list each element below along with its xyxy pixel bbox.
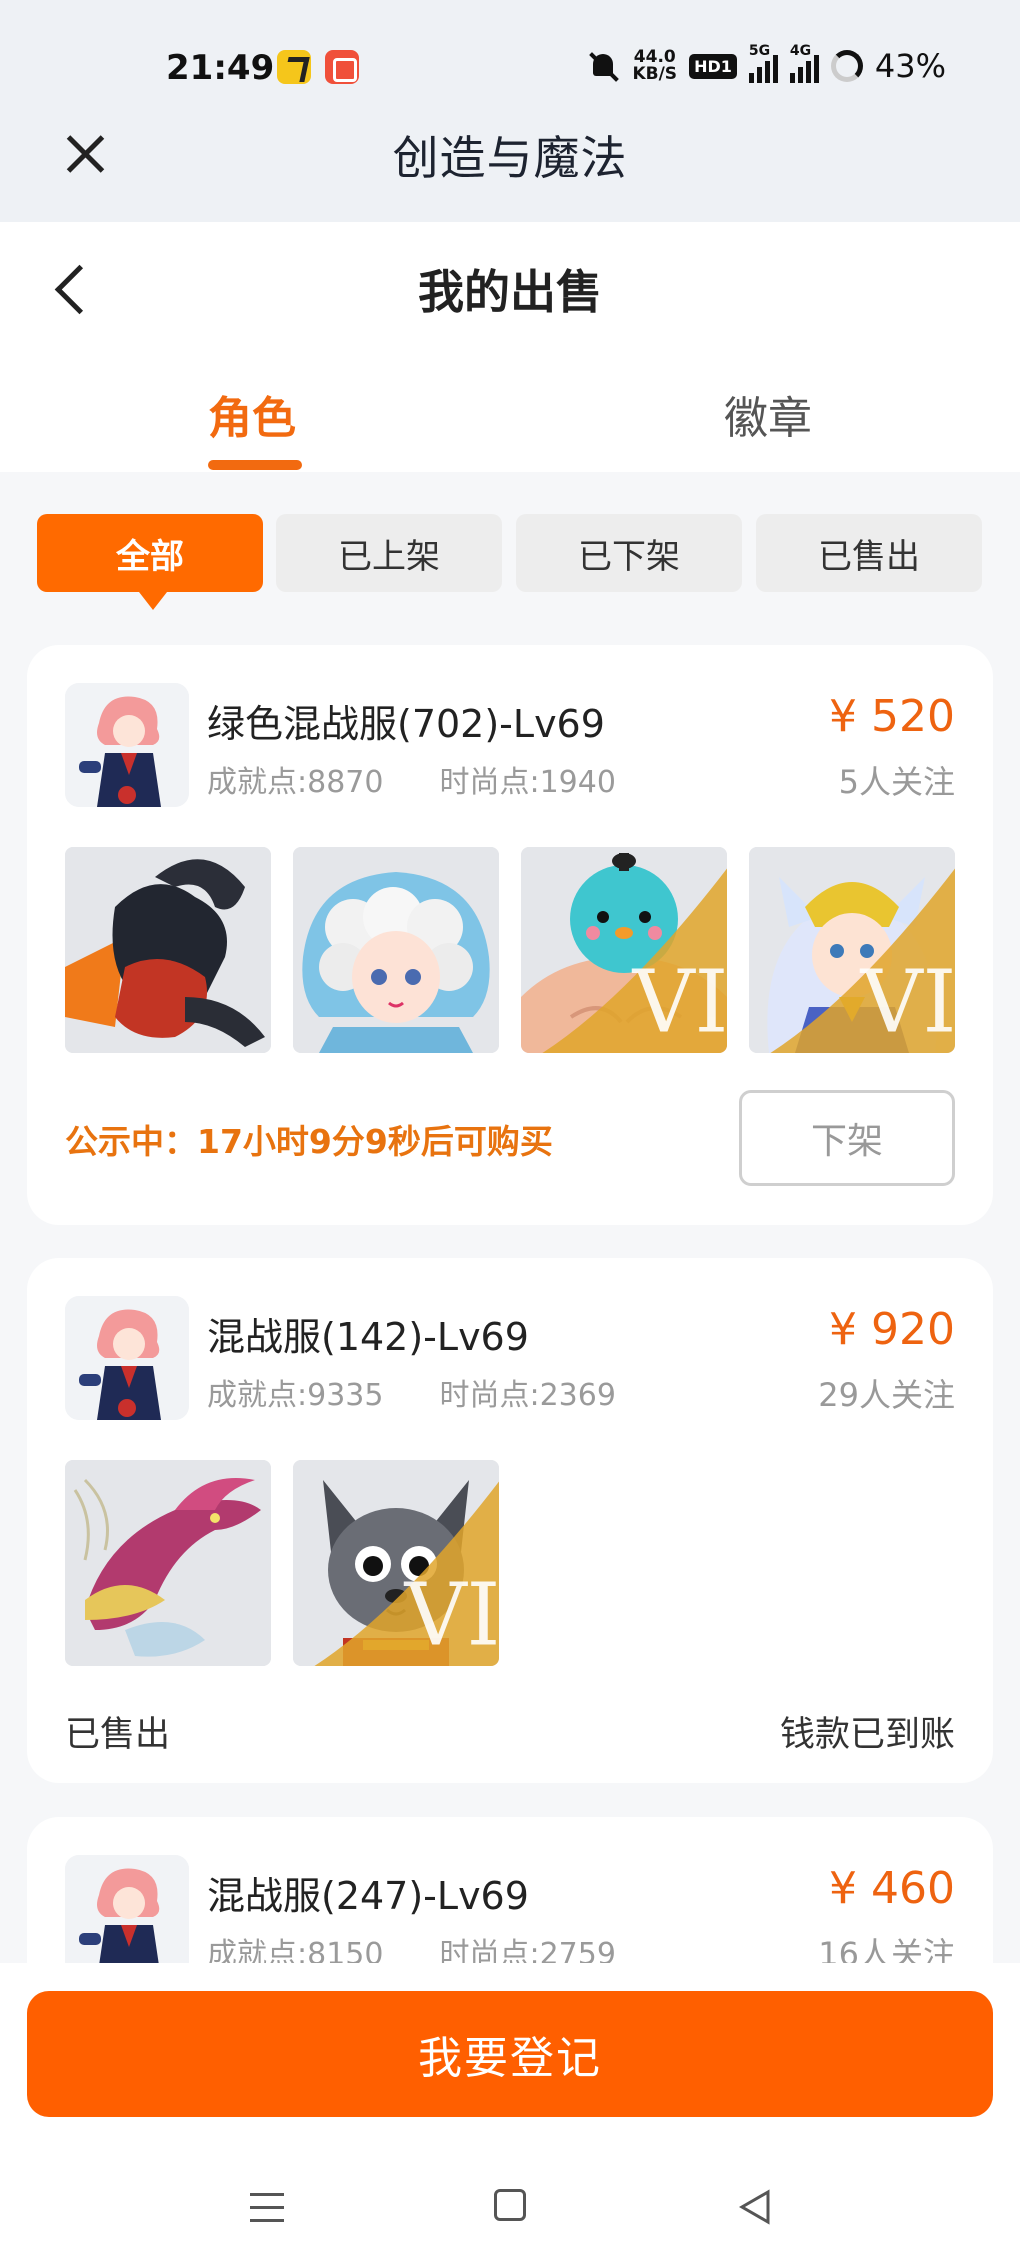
payout-status: 钱款已到账	[779, 1715, 955, 1755]
vip-label: VI	[404, 1566, 499, 1666]
register-button[interactable]: 我要登记	[27, 1991, 993, 2117]
hd-icon: HD1	[689, 53, 737, 79]
price: ¥ 460	[829, 1863, 955, 1914]
avatar	[65, 683, 189, 807]
item-thumbnails: VI VI	[65, 847, 955, 1053]
page-header: 我的出售 角色 徽章	[0, 222, 1020, 472]
signal-icon-2: 4G	[789, 43, 819, 83]
follower-count: 5人关注	[838, 763, 955, 801]
status-time: 21:49	[166, 48, 275, 88]
delist-button[interactable]: 下架	[739, 1090, 955, 1186]
vip-badge-icon: VI	[314, 1481, 499, 1666]
network-speed-unit: KB/S	[632, 64, 678, 84]
listing-card[interactable]: 绿色混战服(702)-Lv69 成就点:8870 时尚点:1940 ¥ 520 …	[27, 645, 993, 1225]
cloud-hair-character-image[interactable]	[293, 847, 499, 1053]
battery-icon	[830, 50, 863, 82]
app-title-bar: 创造与魔法	[0, 110, 1020, 222]
public-notice: 公示中：17小时9分9秒后可购买	[65, 1122, 553, 1161]
listing-card[interactable]: 混战服(142)-Lv69 成就点:9335 时尚点:2369 ¥ 920 29…	[27, 1258, 993, 1783]
black-ram-mount-image[interactable]	[65, 847, 271, 1053]
tab-role[interactable]: 角色	[208, 382, 296, 446]
filter-unlisted[interactable]: 已下架	[516, 514, 742, 592]
achievement-points: 成就点:8870	[207, 765, 384, 800]
sale-status: 已售出	[65, 1715, 171, 1755]
vip-label: VI	[632, 953, 727, 1053]
app-notification-icon-2	[325, 50, 359, 84]
vip-label: VI	[860, 953, 955, 1053]
home-icon[interactable]	[494, 2189, 526, 2221]
app-title: 创造与魔法	[392, 131, 628, 185]
item-name: 混战服(247)-Lv69	[207, 1874, 529, 1918]
top-shell: 21:49 44.0 KB/S HD1 5G 4G 43% 创造与魔法	[0, 0, 1020, 222]
filter-listed[interactable]: 已上架	[276, 514, 502, 592]
avatar	[65, 1296, 189, 1420]
signal-1-label: 5G	[748, 43, 771, 59]
item-stats: 成就点:8870 时尚点:1940	[207, 757, 616, 801]
price: ¥ 520	[829, 691, 955, 742]
signal-2-label: 4G	[789, 43, 812, 59]
vip-badge-icon: VI	[542, 868, 727, 1053]
network-speed: 44.0 KB/S	[632, 49, 677, 83]
vip-badge-icon: VI	[770, 868, 955, 1053]
active-tab-indicator	[208, 460, 302, 470]
filter-all[interactable]: 全部	[37, 514, 263, 610]
tab-badge[interactable]: 徽章	[724, 382, 812, 446]
winged-helmet-character-image[interactable]: VI	[749, 847, 955, 1053]
item-stats: 成就点:9335 时尚点:2369	[207, 1370, 616, 1414]
item-thumbnails: VI	[65, 1460, 499, 1666]
menu-icon[interactable]	[250, 2193, 284, 2223]
page-title: 我的出售	[418, 265, 602, 319]
avatar	[65, 1855, 189, 1979]
signal-icon: 5G	[748, 43, 778, 83]
system-nav-bar	[0, 2183, 1020, 2253]
filter-sold[interactable]: 已售出	[756, 514, 982, 592]
price: ¥ 920	[829, 1304, 955, 1355]
item-name: 混战服(142)-Lv69	[207, 1315, 529, 1359]
follower-count: 29人关注	[818, 1376, 955, 1414]
app-notification-icon	[277, 50, 311, 84]
battery-percent: 43%	[874, 47, 946, 85]
fashion-points: 时尚点:1940	[439, 765, 616, 800]
achievement-points: 成就点:9335	[207, 1378, 384, 1413]
gray-puppy-image[interactable]: VI	[293, 1460, 499, 1666]
blue-bird-head-muscle-image[interactable]: VI	[521, 847, 727, 1053]
bottom-bar: 我要登记	[0, 1963, 1020, 2267]
bell-muted-icon	[588, 50, 620, 82]
red-dragon-mount-image[interactable]	[65, 1460, 271, 1666]
item-name: 绿色混战服(702)-Lv69	[207, 702, 605, 746]
status-indicators: 44.0 KB/S HD1 5G 4G 43%	[588, 43, 946, 88]
fashion-points: 时尚点:2369	[439, 1378, 616, 1413]
